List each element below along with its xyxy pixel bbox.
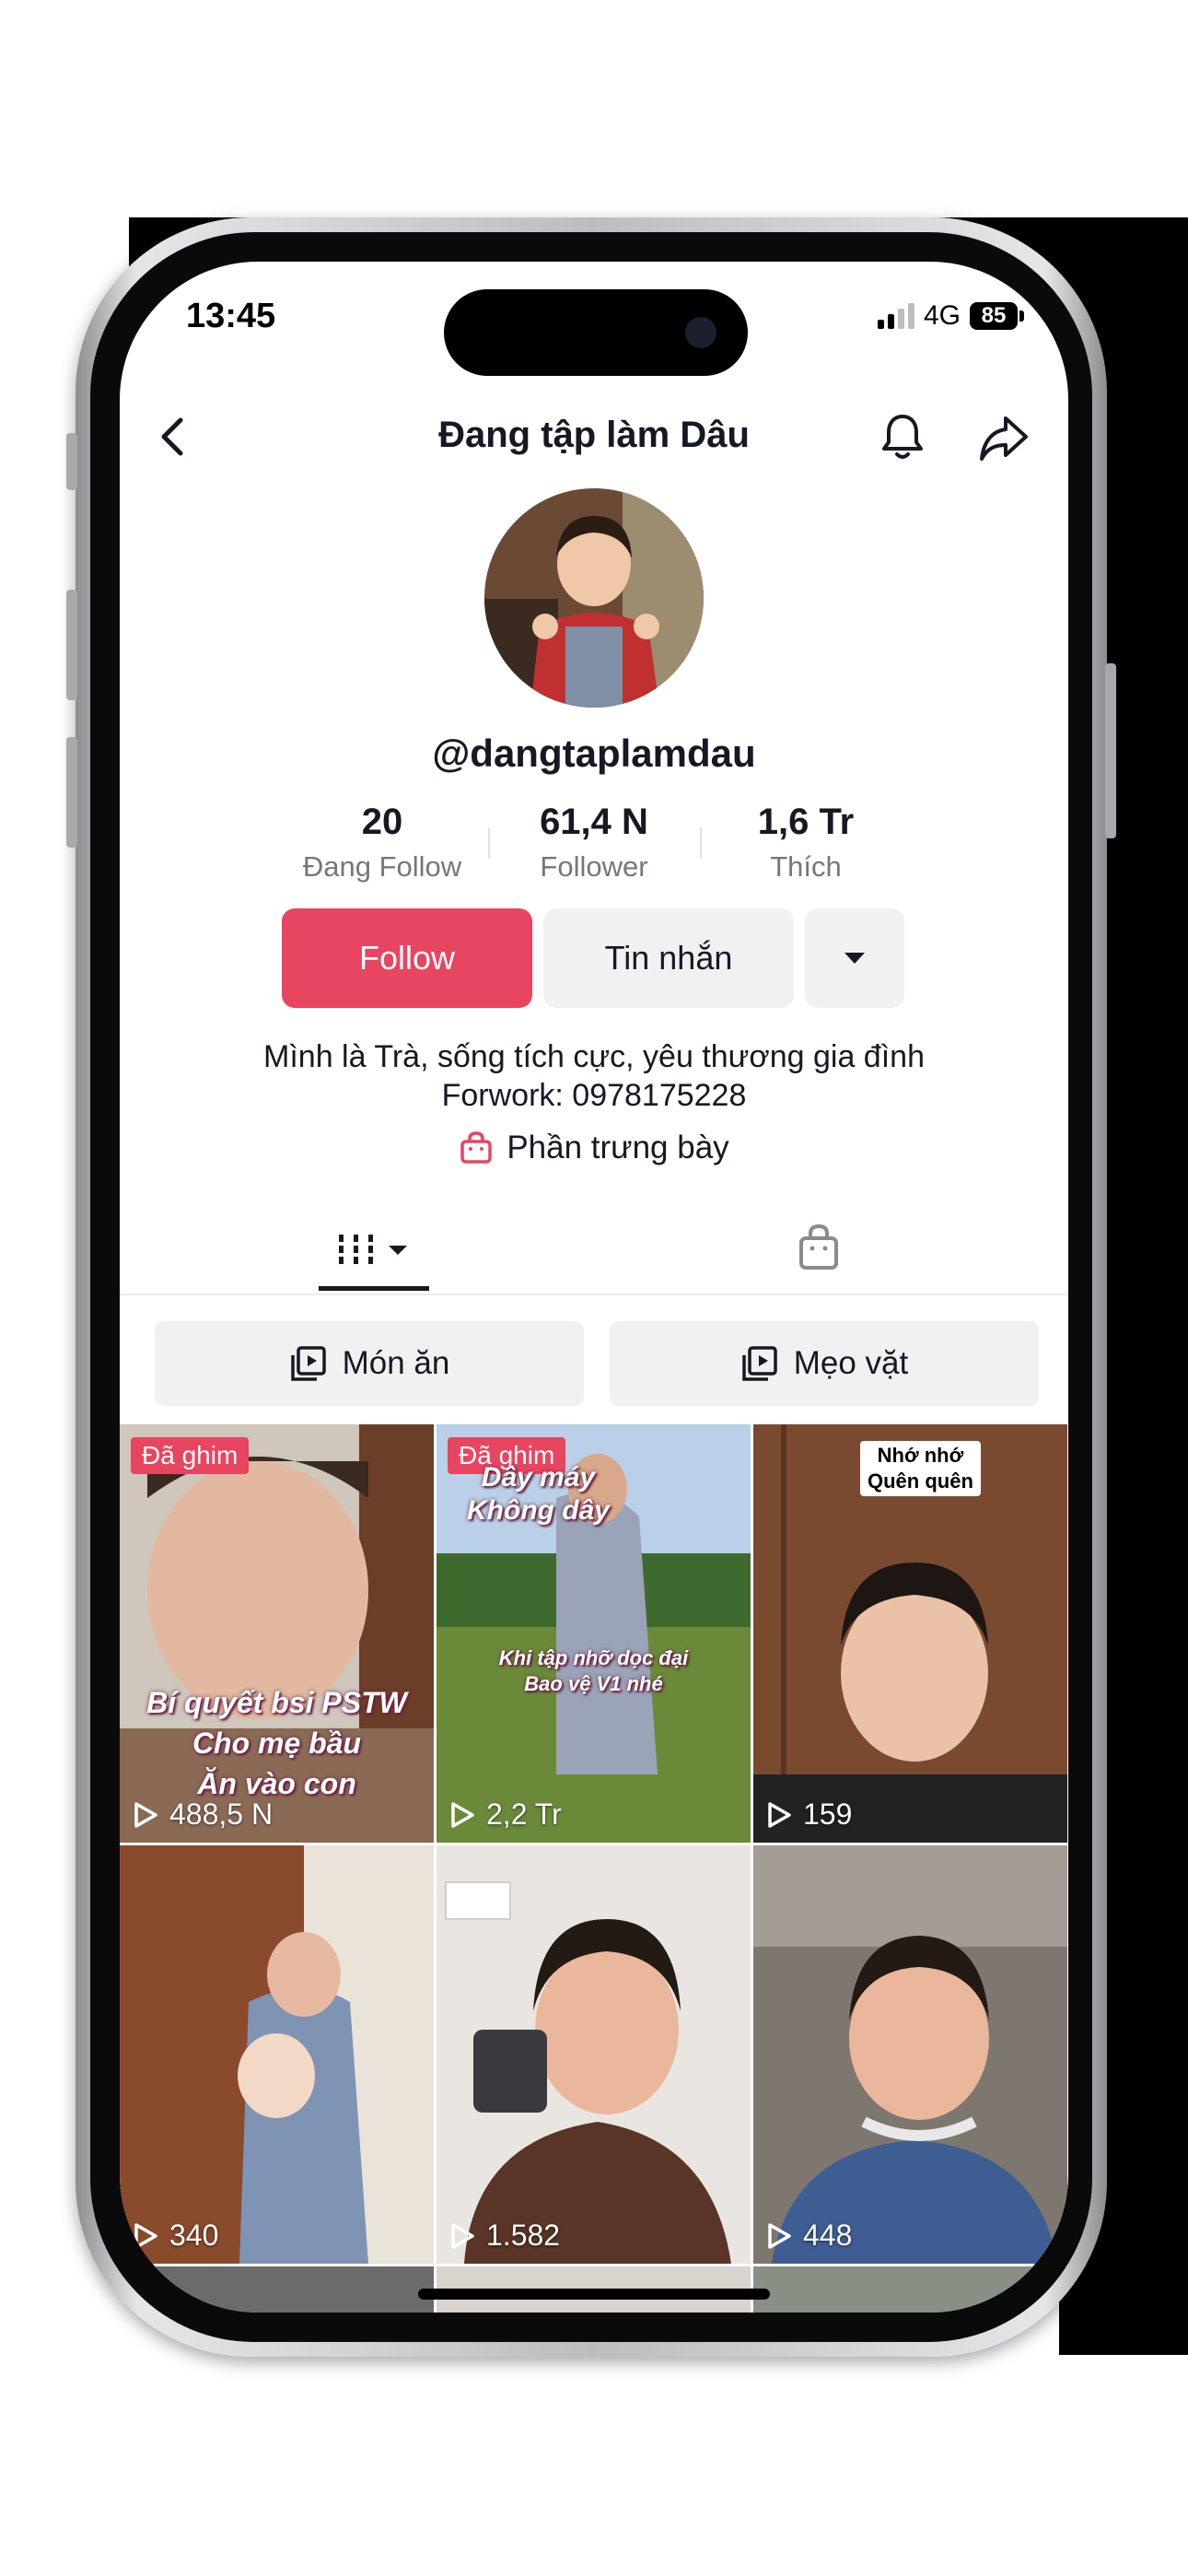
- play-icon: [134, 2222, 157, 2249]
- stat-following[interactable]: 20 Đang Follow: [276, 802, 488, 884]
- play-icon: [134, 1801, 157, 1828]
- more-dropdown-button[interactable]: [805, 908, 904, 1008]
- battery-icon: 85: [970, 302, 1024, 330]
- tab-shop-bag-icon[interactable]: [796, 1222, 842, 1273]
- showcase-link[interactable]: Phần trưng bày: [120, 1130, 1068, 1166]
- tab-videos-grid-icon[interactable]: [319, 1224, 429, 1279]
- playlist-label: Món ăn: [342, 1345, 450, 1381]
- status-indicators: 4G 85: [877, 300, 1024, 332]
- video-text-label: Nhớ nhớ Quên quên: [860, 1441, 981, 1496]
- playlist-mon-an[interactable]: Món ăn: [155, 1321, 584, 1406]
- video-thumbnail-image: [120, 1845, 434, 2264]
- play-icon: [451, 1801, 474, 1828]
- front-camera: [685, 317, 716, 348]
- play-icon: [768, 2222, 791, 2249]
- video-thumbnail[interactable]: [753, 2266, 1067, 2313]
- volume-up-button: [66, 590, 77, 700]
- top-nav: Đang tập làm Dâu: [120, 391, 1068, 483]
- stat-label: Thích: [770, 850, 842, 883]
- network-type: 4G: [923, 300, 961, 331]
- caret-down-icon: [844, 953, 865, 964]
- active-tab-indicator: [319, 1286, 429, 1291]
- playlist-meo-vat[interactable]: Mẹo vặt: [610, 1321, 1039, 1406]
- avatar[interactable]: [484, 488, 704, 708]
- stat-label: Đang Follow: [302, 850, 462, 883]
- video-mid-caption: Khi tập nhỡ dọc đại Bao vệ V1 nhé: [498, 1646, 689, 1695]
- bio-contact: Forwork: 0978175228: [441, 1078, 747, 1113]
- stat-value: 20: [361, 802, 403, 842]
- video-thumbnail[interactable]: Đã ghim Dây máy Không dây Khi tập nhỡ dọ…: [437, 1424, 751, 1843]
- content-tabs: [120, 1205, 1068, 1295]
- bell-icon[interactable]: [875, 409, 930, 464]
- video-thumbnail-image: [753, 1845, 1067, 2264]
- stat-value: 61,4 N: [540, 802, 648, 842]
- video-thumbnail[interactable]: 1.582: [437, 1845, 751, 2264]
- video-thumbnail[interactable]: Nhớ nhớ Quên quên 159: [753, 1424, 1067, 1843]
- stat-value: 1,6 Tr: [757, 802, 855, 842]
- play-icon: [451, 2222, 474, 2249]
- view-count: 1.582: [449, 2219, 560, 2253]
- play-icon: [768, 1801, 791, 1828]
- view-count: 488,5 N: [133, 1797, 273, 1832]
- username: @dangtaplamdau: [432, 732, 756, 775]
- showcase-label: Phần trưng bày: [507, 1130, 729, 1165]
- action-button: [66, 433, 77, 490]
- profile-stats: 20 Đang Follow 61,4 N Follower 1,6 Tr Th…: [276, 802, 912, 883]
- video-thumbnail-image: [437, 1845, 751, 2264]
- video-caption: Bí quyết bsi PSTW Cho mẹ bầu Ăn vào con: [146, 1686, 407, 1800]
- video-top-caption: Dây máy Không dây: [467, 1462, 610, 1526]
- stat-followers[interactable]: 61,4 N Follower: [488, 802, 700, 884]
- shopping-bag-icon: [460, 1131, 493, 1164]
- bio-line: Mình là Trà, sống tích cực, yêu thương g…: [263, 1039, 925, 1074]
- video-thumbnail[interactable]: Đã ghim Bí quyết bsi PSTW Cho mẹ bầu Ăn …: [120, 1424, 434, 1843]
- power-button: [1105, 663, 1116, 838]
- video-thumbnail[interactable]: 340: [120, 1845, 434, 2264]
- volume-down-button: [66, 737, 77, 848]
- video-thumbnail[interactable]: 448: [753, 1845, 1067, 2264]
- share-icon[interactable]: [976, 411, 1031, 464]
- pinned-badge: Đã ghim: [131, 1437, 250, 1474]
- battery-level: 85: [970, 302, 1018, 330]
- home-indicator: [418, 2289, 770, 2300]
- view-count: 448: [766, 2219, 852, 2253]
- signal-icon: [877, 303, 914, 329]
- playlist-label: Mẹo vặt: [793, 1345, 909, 1381]
- stat-label: Follower: [540, 850, 648, 883]
- screen: 13:45 4G 85 Đang tập làm Dâu @dangtaplam…: [120, 262, 1068, 2313]
- dynamic-island: [444, 289, 748, 376]
- playlist-icon: [742, 1346, 777, 1381]
- message-button[interactable]: Tin nhắn: [543, 908, 794, 1008]
- playlist-icon: [290, 1346, 326, 1381]
- view-count: 2,2 Tr: [449, 1797, 562, 1832]
- status-time: 13:45: [186, 297, 276, 335]
- view-count: 340: [133, 2219, 218, 2253]
- follow-button[interactable]: Follow: [282, 908, 532, 1008]
- view-count: 159: [766, 1797, 852, 1832]
- video-thumbnail[interactable]: [120, 2266, 434, 2313]
- bio: Mình là Trà, sống tích cực, yêu thương g…: [120, 1037, 1068, 1115]
- stat-likes[interactable]: 1,6 Tr Thích: [700, 802, 912, 884]
